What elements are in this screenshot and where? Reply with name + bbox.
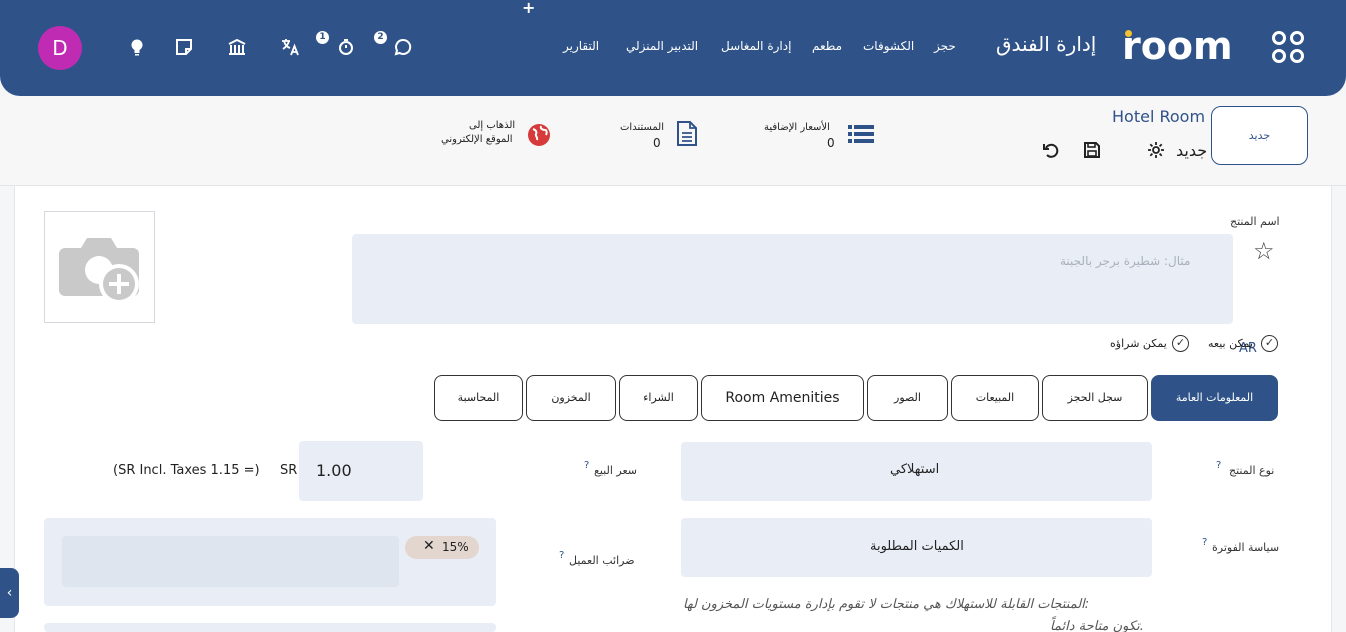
website-label-line2: الموقع الإلكتروني <box>441 134 513 145</box>
can-be-sold-checkbox[interactable]: ✓ <box>1261 335 1278 352</box>
documents-count: 0 <box>653 136 661 150</box>
add-plus-icon[interactable]: + <box>522 0 535 17</box>
customer-taxes-label: ضرائب العميل <box>569 554 635 567</box>
tax-tag: ✕ 15% <box>405 536 479 559</box>
brand-logo: room <box>1122 24 1233 68</box>
note-icon[interactable] <box>174 37 194 57</box>
messages-badge: 2 <box>374 31 387 44</box>
invoice-policy-help[interactable]: ? <box>1202 537 1207 548</box>
menu-housekeeping[interactable]: التدبير المنزلي <box>626 39 698 53</box>
sidebar-toggle-chevron-icon[interactable]: ‹ <box>0 568 19 618</box>
tab-images[interactable]: الصور <box>867 375 948 421</box>
documents-label: المستندات <box>620 122 665 133</box>
remove-tax-icon[interactable]: ✕ <box>423 538 435 554</box>
tab-booking-log[interactable]: سجل الحجز <box>1042 375 1148 421</box>
stopwatch-icon[interactable] <box>336 37 356 57</box>
lightbulb-icon[interactable] <box>127 37 147 57</box>
bank-icon[interactable] <box>227 37 247 57</box>
extra-prices-count: 0 <box>827 136 835 150</box>
tab-accounting[interactable]: المحاسبة <box>434 375 523 421</box>
customer-taxes-help[interactable]: ? <box>559 550 564 561</box>
globe-icon <box>528 124 550 146</box>
product-name-label: اسم المنتج <box>1230 215 1280 228</box>
tab-purchase[interactable]: الشراء <box>619 375 698 421</box>
tab-room-amenities[interactable]: Room Amenities <box>701 375 864 421</box>
extra-prices-label: الأسعار الإضافية <box>764 122 830 133</box>
consumable-note-line1: المنتجات القابلة للاستهلاك هي منتجات لا … <box>683 597 1090 612</box>
tab-inventory[interactable]: المخزون <box>526 375 616 421</box>
product-image-upload[interactable] <box>44 211 155 323</box>
control-panel: جديد Hotel Room جديد الأسعار الإضافية 0 … <box>0 96 1346 186</box>
product-name-placeholder: مثال: شطيرة برجر بالجبنة <box>1060 254 1191 268</box>
menu-booking[interactable]: حجز <box>934 39 956 53</box>
save-icon[interactable] <box>1082 140 1102 160</box>
gear-icon[interactable] <box>1146 140 1166 160</box>
price-incl-taxes: (SR Incl. Taxes 1.15 =) <box>113 463 260 478</box>
smart-button-website[interactable]: الذهاب إلى الموقع الإلكتروني <box>410 115 560 155</box>
menu-reports[interactable]: التقارير <box>563 39 599 53</box>
app-title[interactable]: إدارة الفندق <box>996 32 1096 56</box>
apps-menu-icon[interactable] <box>1272 31 1304 63</box>
product-type-label: نوع المنتج <box>1229 464 1275 477</box>
invoice-policy-value: الكميات المطلوبة <box>870 539 964 554</box>
smart-button-extra-prices[interactable]: الأسعار الإضافية 0 <box>755 115 910 155</box>
product-name-input[interactable] <box>352 234 1233 324</box>
next-field-box <box>44 623 496 632</box>
customer-taxes-input[interactable] <box>62 536 399 587</box>
camera-add-icon <box>59 238 139 304</box>
top-navbar: + room إدارة الفندق حجز الكشوفات مطعم إد… <box>0 0 1346 96</box>
new-button[interactable]: جديد <box>1211 106 1308 165</box>
can-be-purchased-label: يمكن شراؤه <box>1110 337 1167 350</box>
sale-price-label: سعر البيع <box>594 464 637 477</box>
invoice-policy-label: سياسة الفوترة <box>1212 541 1280 554</box>
activity-badge: 1 <box>316 31 329 44</box>
sale-price-help[interactable]: ? <box>584 460 589 471</box>
tax-tag-label: 15% <box>442 540 469 554</box>
product-type-help[interactable]: ? <box>1216 460 1221 471</box>
discard-icon[interactable] <box>1041 140 1061 160</box>
consumable-note-line2: تكون متاحة دائماً. <box>1050 619 1144 632</box>
chat-icon[interactable] <box>393 37 413 57</box>
document-icon <box>677 121 697 146</box>
user-avatar[interactable]: D <box>38 26 82 70</box>
menu-restaurant[interactable]: مطعم <box>812 39 842 53</box>
currency-label: SR <box>280 463 298 478</box>
brand-logo-dot <box>1125 30 1132 37</box>
tab-sales[interactable]: المبيعات <box>951 375 1039 421</box>
breadcrumb[interactable]: Hotel Room <box>1112 107 1205 126</box>
product-type-value: استهلاكي <box>890 462 940 477</box>
list-icon <box>848 125 874 143</box>
can-be-sold-label: يمكن بيعه <box>1208 337 1253 350</box>
translate-icon[interactable] <box>280 37 300 57</box>
sale-price-value: 1.00 <box>316 461 352 480</box>
menu-reports-lists[interactable]: الكشوفات <box>863 39 914 53</box>
tab-general-information[interactable]: المعلومات العامة <box>1151 375 1278 421</box>
favorite-star-icon[interactable]: ☆ <box>1253 237 1275 265</box>
can-be-purchased-checkbox[interactable]: ✓ <box>1172 335 1189 352</box>
menu-laundry[interactable]: إدارة المغاسل <box>721 39 791 53</box>
smart-button-documents[interactable]: المستندات 0 <box>590 115 740 155</box>
record-title: جديد <box>1176 141 1208 160</box>
website-label-line1: الذهاب إلى <box>469 120 516 131</box>
